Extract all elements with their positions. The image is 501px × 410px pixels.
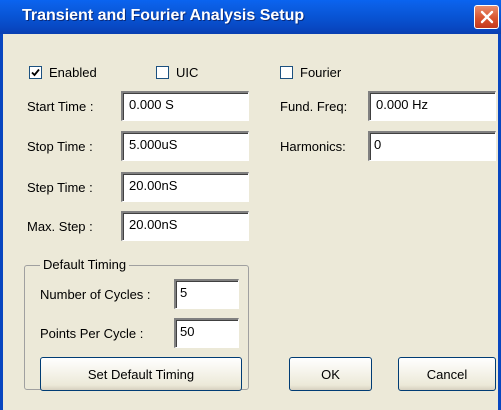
fund-freq-input[interactable]: 0.000 Hz [368, 91, 496, 121]
max-step-value: 20.00nS [129, 217, 178, 232]
step-time-input[interactable]: 20.00nS [121, 172, 249, 202]
cycles-value: 5 [180, 285, 188, 300]
stop-time-label: Stop Time : [27, 139, 93, 154]
fourier-checkbox[interactable]: Fourier [280, 65, 341, 80]
start-time-value: 0.000 S [129, 97, 174, 112]
window-border-left [0, 34, 3, 410]
stop-time-value: 5.000uS [129, 137, 178, 152]
enabled-checkbox[interactable]: Enabled [29, 65, 97, 80]
points-input[interactable]: 50 [174, 318, 239, 348]
uic-checkbox-box[interactable] [156, 66, 169, 79]
dialog-window: Transient and Fourier Analysis Setup Ena… [0, 0, 501, 410]
fund-freq-label: Fund. Freq: [280, 99, 348, 114]
fund-freq-value: 0.000 Hz [376, 97, 429, 112]
set-default-timing-label: Set Default Timing [87, 366, 195, 382]
close-button[interactable] [474, 5, 499, 29]
ok-label: OK [321, 366, 340, 382]
points-value: 50 [180, 324, 195, 339]
harmonics-input[interactable]: 0 [368, 131, 496, 161]
default-timing-legend: Default Timing [40, 257, 130, 272]
cycles-input[interactable]: 5 [174, 279, 239, 309]
ok-button[interactable]: OK [289, 357, 372, 391]
points-label: Points Per Cycle : [40, 326, 144, 341]
harmonics-label: Harmonics: [280, 139, 346, 154]
fourier-checkbox-box[interactable] [280, 66, 293, 79]
stop-time-input[interactable]: 5.000uS [121, 131, 249, 161]
max-step-label: Max. Step : [27, 219, 93, 234]
start-time-label: Start Time : [27, 99, 94, 114]
step-time-value: 20.00nS [129, 178, 178, 193]
title-bar[interactable]: Transient and Fourier Analysis Setup [0, 0, 501, 34]
set-default-timing-button[interactable]: Set Default Timing [40, 357, 242, 391]
cancel-button[interactable]: Cancel [398, 357, 496, 391]
window-title: Transient and Fourier Analysis Setup [22, 7, 305, 24]
enabled-checkbox-box[interactable] [29, 66, 42, 79]
cancel-label: Cancel [426, 366, 468, 382]
start-time-input[interactable]: 0.000 S [121, 91, 249, 121]
cycles-label: Number of Cycles : [40, 287, 151, 302]
enabled-label: Enabled [49, 65, 97, 80]
harmonics-value: 0 [374, 137, 382, 152]
fourier-label: Fourier [300, 65, 342, 80]
step-time-label: Step Time : [27, 180, 93, 195]
checkmark-icon [31, 68, 40, 77]
max-step-input[interactable]: 20.00nS [121, 211, 249, 241]
uic-checkbox[interactable]: UIC [156, 65, 198, 80]
uic-label: UIC [176, 65, 199, 80]
